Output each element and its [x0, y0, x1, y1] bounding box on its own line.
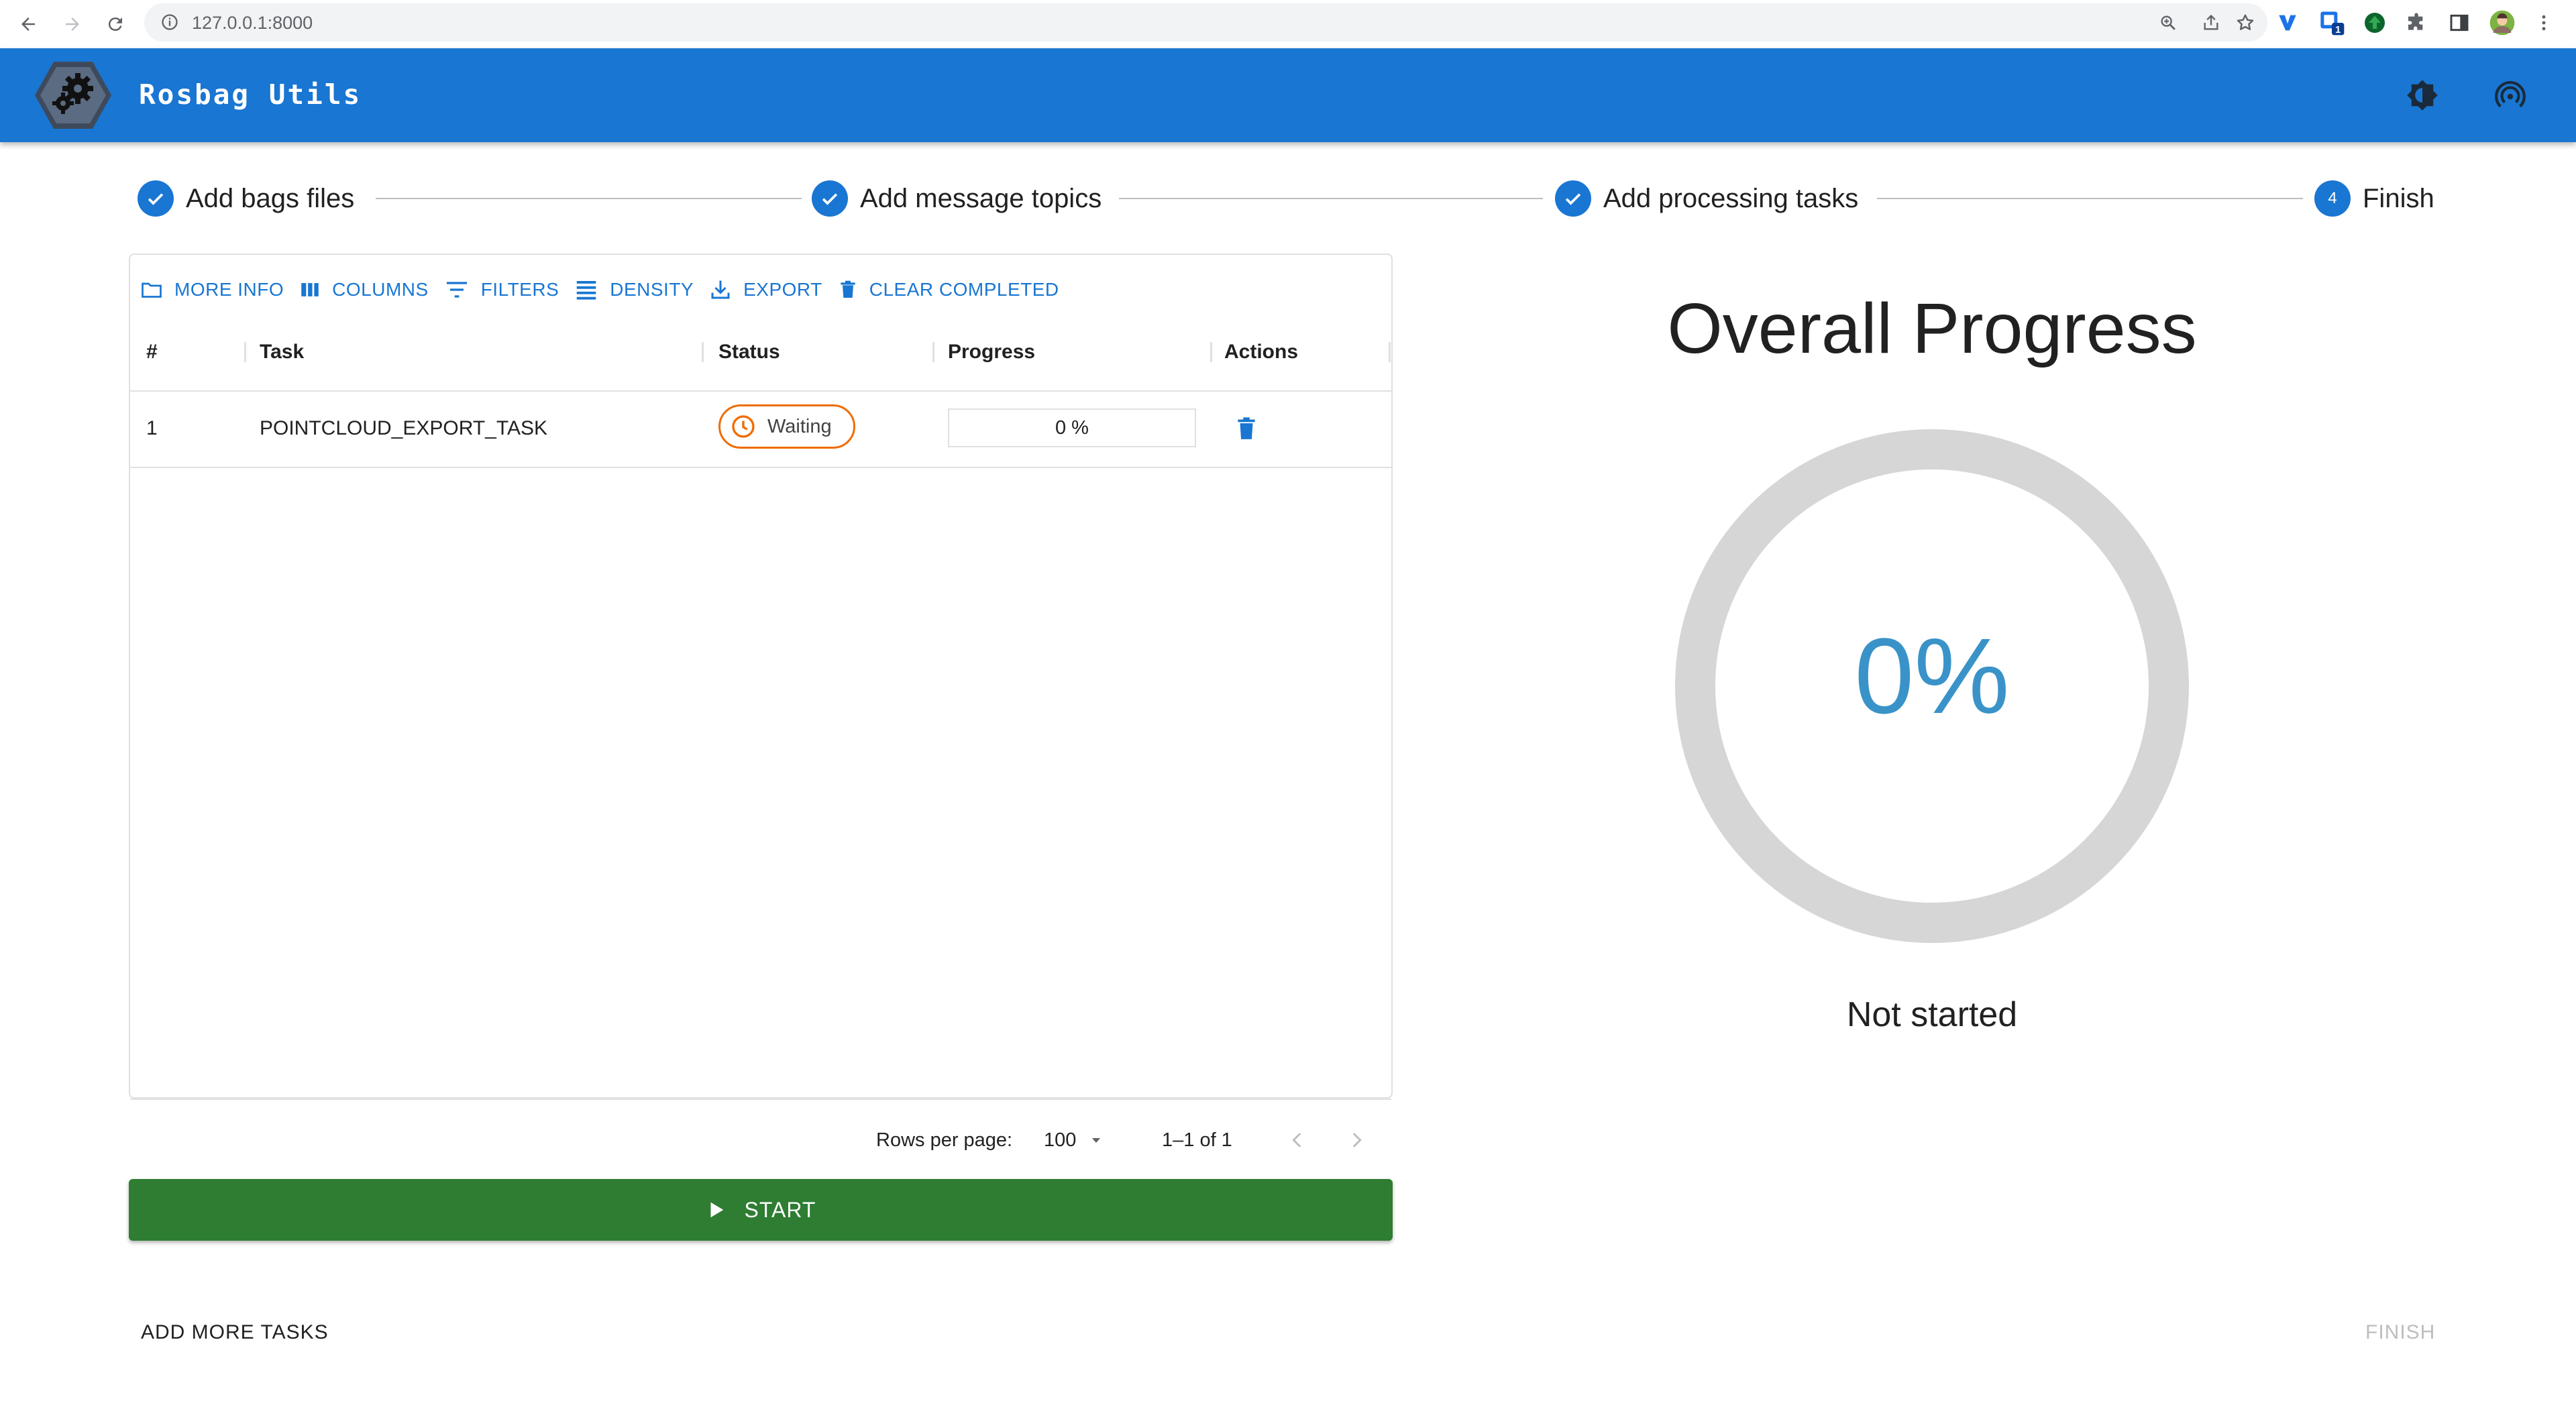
start-button[interactable]: START: [129, 1179, 1393, 1241]
previous-page-button[interactable]: [1283, 1125, 1312, 1155]
step-label: Add processing tasks: [1603, 184, 1859, 213]
trash-icon: [1238, 417, 1255, 439]
check-circle-icon: [138, 180, 174, 217]
row-divider: [130, 467, 1391, 468]
download-icon: [711, 280, 730, 299]
extension-icon[interactable]: 1: [2317, 8, 2347, 38]
column-separator: [1389, 342, 1391, 362]
step-finish: 4 Finish: [2314, 173, 2434, 224]
theme-toggle-icon[interactable]: [2404, 76, 2441, 114]
column-header-progress[interactable]: Progress: [948, 329, 1035, 376]
connection-status-icon[interactable]: [2491, 76, 2529, 114]
overall-progress-title: Overall Progress: [1667, 289, 2197, 368]
overall-percent: 0%: [1854, 616, 2010, 736]
column-header-actions[interactable]: Actions: [1224, 329, 1298, 376]
stepper: Add bags files Add message topics Add pr…: [138, 173, 2437, 224]
play-icon: [710, 1202, 723, 1218]
progress-value: 0 %: [1055, 416, 1089, 439]
grid-toolbar: MORE INFO COLUMNS FILTERS DENSITY EXPORT…: [140, 271, 1074, 309]
column-header-task[interactable]: Task: [260, 329, 304, 376]
more-info-label: MORE INFO: [174, 279, 284, 300]
next-page-button[interactable]: [1342, 1125, 1371, 1155]
chevron-down-icon: [1092, 1138, 1101, 1143]
columns-label: COLUMNS: [332, 279, 429, 300]
step-label: Add bags files: [186, 184, 355, 213]
filters-label: FILTERS: [480, 279, 559, 300]
step-connector: [376, 198, 802, 199]
step-add-bags-files: Add bags files: [138, 173, 354, 224]
export-label: EXPORT: [743, 279, 822, 300]
vimium-extension-icon[interactable]: [2273, 8, 2302, 38]
profile-avatar[interactable]: [2487, 8, 2517, 38]
column-header-status[interactable]: Status: [718, 329, 780, 376]
reload-icon[interactable]: [99, 8, 131, 40]
filter-icon: [446, 282, 467, 298]
delete-task-button[interactable]: [1232, 412, 1261, 445]
app-title: Rosbag Utils: [139, 78, 362, 111]
check-circle-icon: [812, 180, 848, 217]
column-separator[interactable]: [244, 342, 246, 362]
add-more-tasks-button[interactable]: ADD MORE TASKS: [141, 1316, 329, 1349]
rows-per-page-select[interactable]: 100: [1044, 1100, 1104, 1180]
column-separator[interactable]: [1210, 342, 1212, 362]
clock-icon: [732, 415, 755, 438]
extension-badge: 1: [2335, 24, 2341, 36]
step-label: Finish: [2363, 184, 2434, 213]
density-label: DENSITY: [610, 279, 694, 300]
more-info-button[interactable]: MORE INFO: [140, 278, 284, 302]
row-progress: 0 %: [948, 408, 1196, 447]
status-badge: Waiting: [718, 404, 855, 449]
filters-button[interactable]: FILTERS: [443, 276, 559, 303]
forward-arrow-icon[interactable]: [56, 8, 89, 40]
status-label: Waiting: [767, 415, 832, 437]
tasks-grid: MORE INFO COLUMNS FILTERS DENSITY EXPORT…: [129, 254, 1393, 1151]
url-text: 127.0.0.1:8000: [192, 13, 313, 33]
browser-toolbar: 127.0.0.1:8000 1: [0, 0, 2576, 48]
density-button[interactable]: DENSITY: [574, 277, 694, 302]
info-icon[interactable]: [160, 13, 179, 32]
overall-status: Not started: [1846, 995, 2018, 1034]
pagination: Rows per page: 100 1–1 of 1: [130, 1100, 1391, 1180]
columns-icon: [301, 283, 319, 296]
chevron-left-icon: [1292, 1133, 1301, 1147]
app-bar: Rosbag Utils: [0, 48, 2576, 142]
pagination-range: 1–1 of 1: [1162, 1129, 1232, 1151]
zoom-icon[interactable]: [2157, 11, 2180, 34]
column-separator[interactable]: [932, 342, 934, 362]
rows-per-page-value: 100: [1044, 1129, 1077, 1151]
star-icon[interactable]: [2234, 11, 2257, 34]
export-button[interactable]: EXPORT: [708, 278, 822, 302]
clear-completed-label: CLEAR COMPLETED: [869, 279, 1059, 300]
density-icon: [577, 281, 596, 300]
menu-dots-icon[interactable]: [2529, 8, 2559, 38]
upload-extension-icon[interactable]: [2360, 8, 2390, 38]
sidebar-icon[interactable]: [2445, 8, 2474, 38]
clear-completed-button[interactable]: CLEAR COMPLETED: [837, 278, 1059, 301]
rows-per-page-label: Rows per page:: [876, 1129, 1013, 1151]
address-bar[interactable]: 127.0.0.1:8000: [144, 3, 2267, 42]
puzzle-icon[interactable]: [2402, 8, 2431, 38]
finish-button[interactable]: FINISH: [2365, 1316, 2435, 1349]
step-connector: [1877, 198, 2303, 199]
step-add-processing-tasks: Add processing tasks: [1555, 173, 1858, 224]
row-task-name: POINTCLOUD_EXPORT_TASK: [260, 417, 547, 439]
check-circle-icon: [1555, 180, 1591, 217]
columns-button[interactable]: COLUMNS: [299, 278, 429, 301]
column-header-index[interactable]: #: [146, 329, 158, 376]
column-separator[interactable]: [702, 342, 704, 362]
column-headers: # Task Status Progress Actions: [130, 329, 1391, 376]
chevron-right-icon: [1352, 1133, 1362, 1147]
step-add-message-topics: Add message topics: [812, 173, 1102, 224]
row-index: 1: [146, 417, 158, 439]
trash-icon: [841, 280, 855, 298]
folder-icon: [142, 282, 162, 298]
step-connector: [1119, 198, 1543, 199]
app-logo: [34, 60, 113, 130]
start-label: START: [744, 1197, 816, 1222]
share-icon[interactable]: [2200, 11, 2222, 34]
back-arrow-icon[interactable]: [12, 8, 44, 40]
step-label: Add message topics: [860, 184, 1102, 213]
step-number: 4: [2314, 180, 2351, 217]
